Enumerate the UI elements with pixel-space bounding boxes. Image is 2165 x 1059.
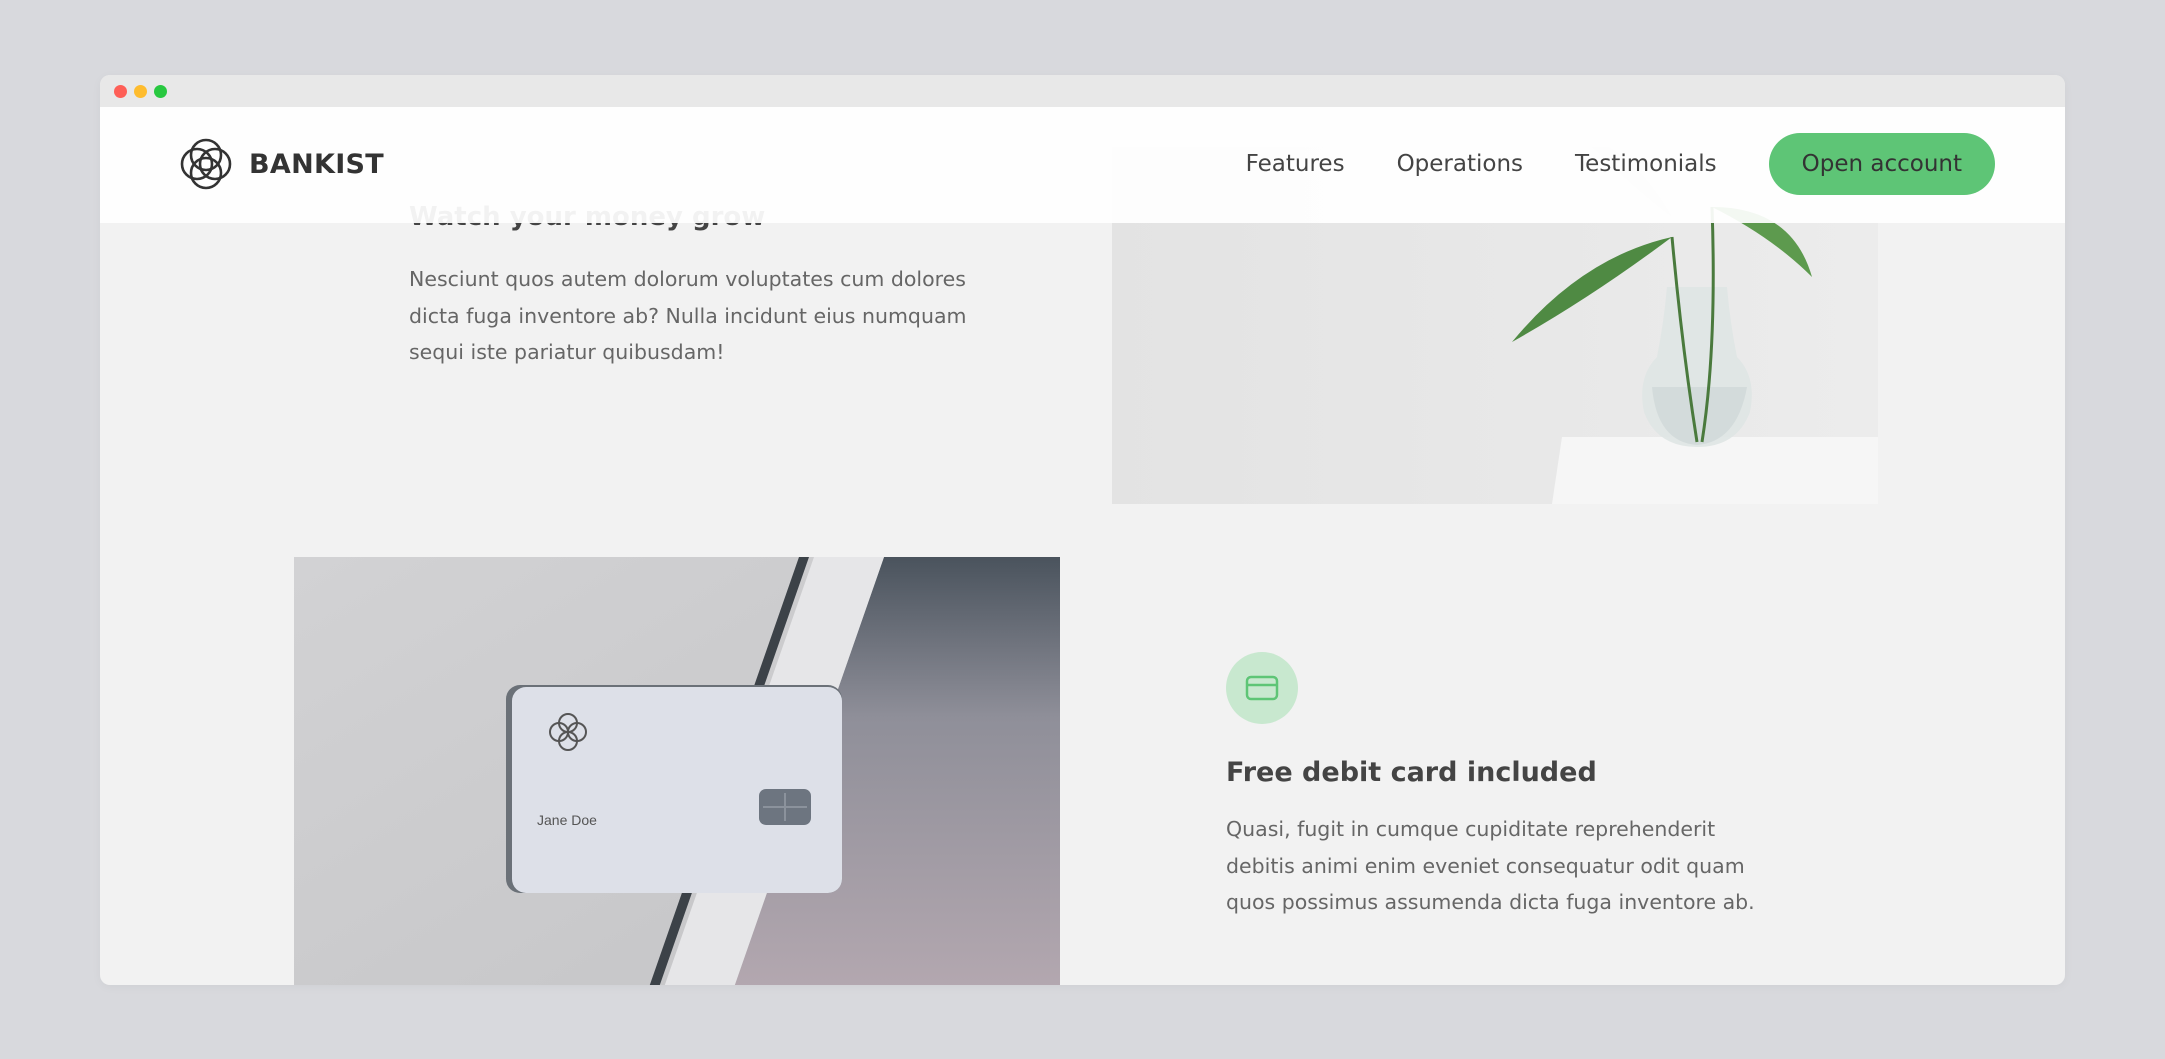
feature-title: Free debit card included: [1226, 757, 1597, 788]
brand-name: BANKIST: [249, 148, 385, 180]
nav-link-features[interactable]: Features: [1246, 151, 1345, 177]
open-account-button[interactable]: Open account: [1768, 133, 1995, 195]
feature-text: Quasi, fugit in cumque cupiditate repreh…: [1226, 817, 1755, 914]
window-titlebar: [100, 75, 2065, 107]
nav-link-operations[interactable]: Operations: [1397, 151, 1523, 177]
close-window-button[interactable]: [114, 85, 127, 98]
browser-window: Watch your money grow Nesciunt quos aute…: [100, 75, 2065, 985]
maximize-window-button[interactable]: [154, 85, 167, 98]
nav-links: Features Operations Testimonials Open ac…: [1246, 133, 1995, 195]
feature-text: Nesciunt quos autem dolorum voluptates c…: [409, 267, 967, 364]
logo-icon: [180, 138, 232, 190]
page-viewport: Watch your money grow Nesciunt quos aute…: [100, 107, 2065, 985]
credit-card-icon: [1245, 675, 1279, 701]
logo[interactable]: BANKIST: [176, 134, 384, 194]
site-header: BANKIST Features Operations Testimonials…: [100, 107, 2065, 223]
minimize-window-button[interactable]: [134, 85, 147, 98]
feature-icon: [1226, 652, 1298, 724]
debit-card-image: Jane Doe: [294, 557, 1060, 985]
card-holder-name: Jane Doe: [537, 812, 597, 828]
nav-link-testimonials[interactable]: Testimonials: [1575, 151, 1717, 177]
